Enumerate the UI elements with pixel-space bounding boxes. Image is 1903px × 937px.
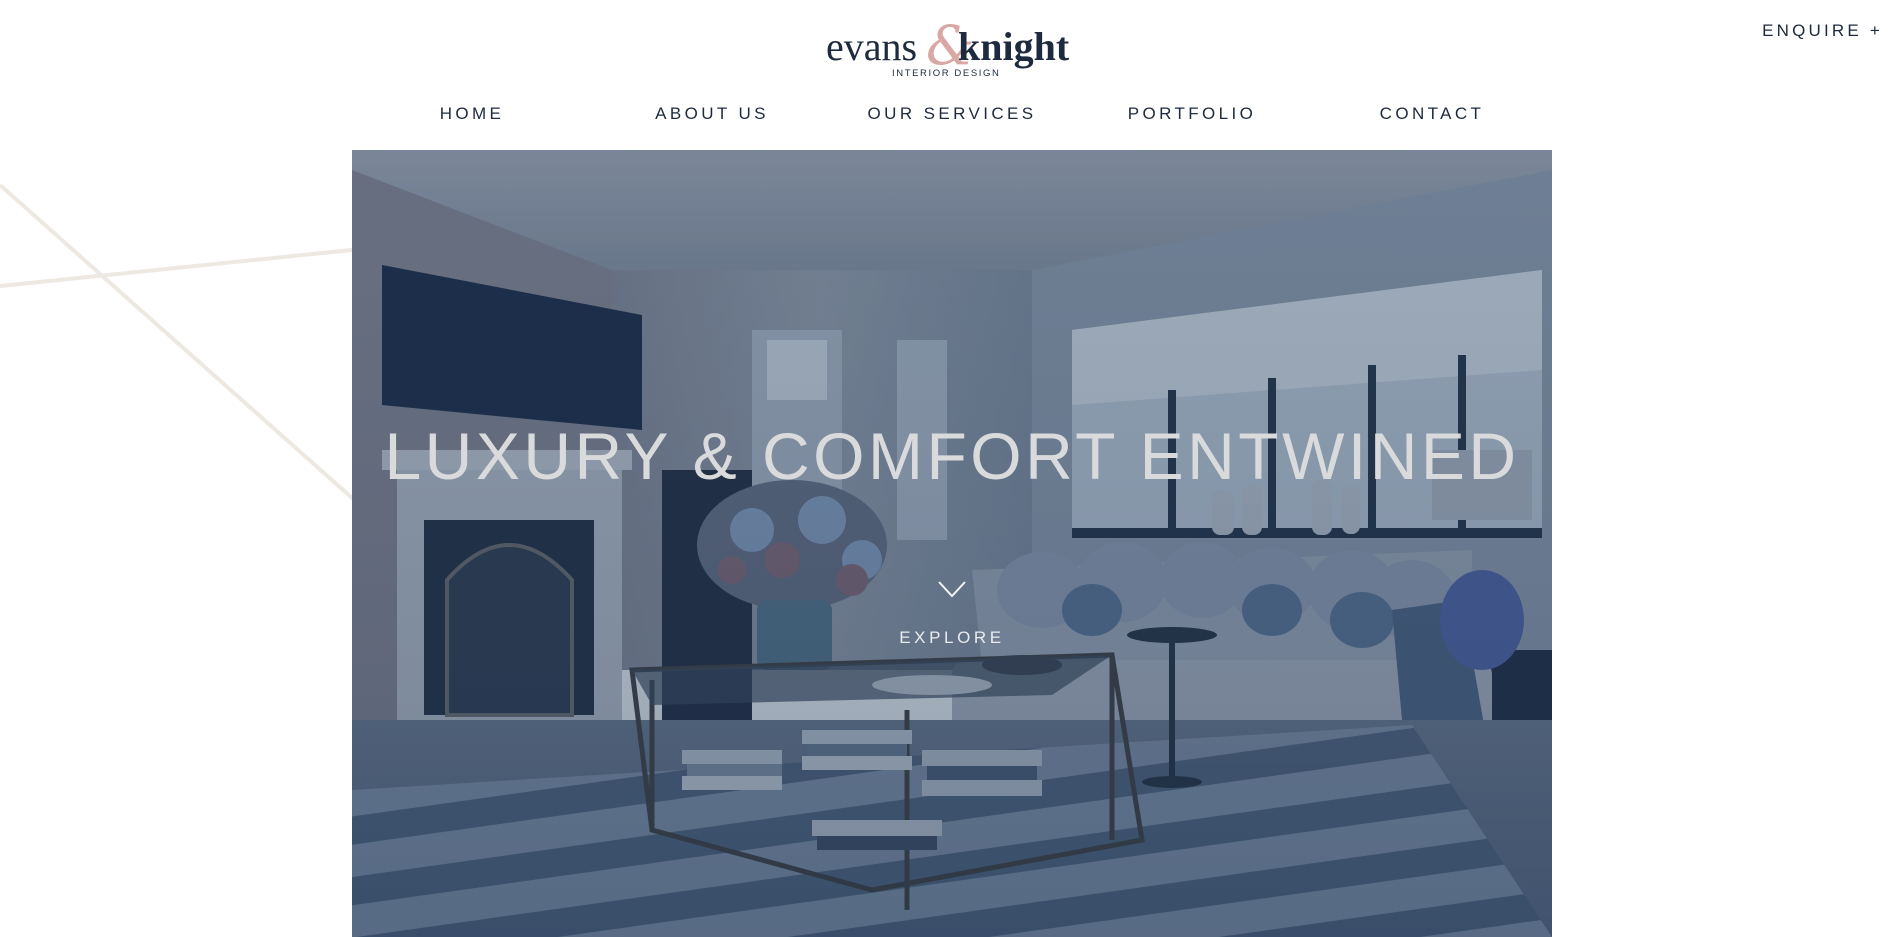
hero-title: LUXURY & COMFORT ENTWINED <box>384 419 1520 493</box>
nav-item-contact[interactable]: CONTACT <box>1312 104 1552 130</box>
enquire-button[interactable]: ENQUIRE + <box>1762 21 1883 41</box>
main-nav: HOME ABOUT US OUR SERVICES PORTFOLIO CON… <box>352 104 1552 130</box>
logo-mark: evans & knight INTERIOR DESIGN <box>826 20 1070 79</box>
logo-tagline: INTERIOR DESIGN <box>892 68 1000 79</box>
nav-item-our-services[interactable]: OUR SERVICES <box>832 104 1072 130</box>
logo-link[interactable]: evans & knight INTERIOR DESIGN <box>822 20 1080 80</box>
hero-banner: LUXURY & COMFORT ENTWINED EXPLORE <box>352 150 1552 937</box>
nav-item-portfolio[interactable]: PORTFOLIO <box>1072 104 1312 130</box>
logo-wordmark-right: knight <box>958 24 1070 69</box>
decorative-background-lines <box>0 183 362 507</box>
nav-item-about-us[interactable]: ABOUT US <box>592 104 832 130</box>
chevron-down-icon[interactable] <box>936 578 968 600</box>
explore-link[interactable]: EXPLORE <box>852 628 1052 648</box>
logo-wordmark-left: evans <box>826 24 917 69</box>
nav-item-home[interactable]: HOME <box>352 104 592 130</box>
hero-background-image <box>352 150 1552 937</box>
page: evans & knight INTERIOR DESIGN ENQUIRE +… <box>0 0 1903 937</box>
